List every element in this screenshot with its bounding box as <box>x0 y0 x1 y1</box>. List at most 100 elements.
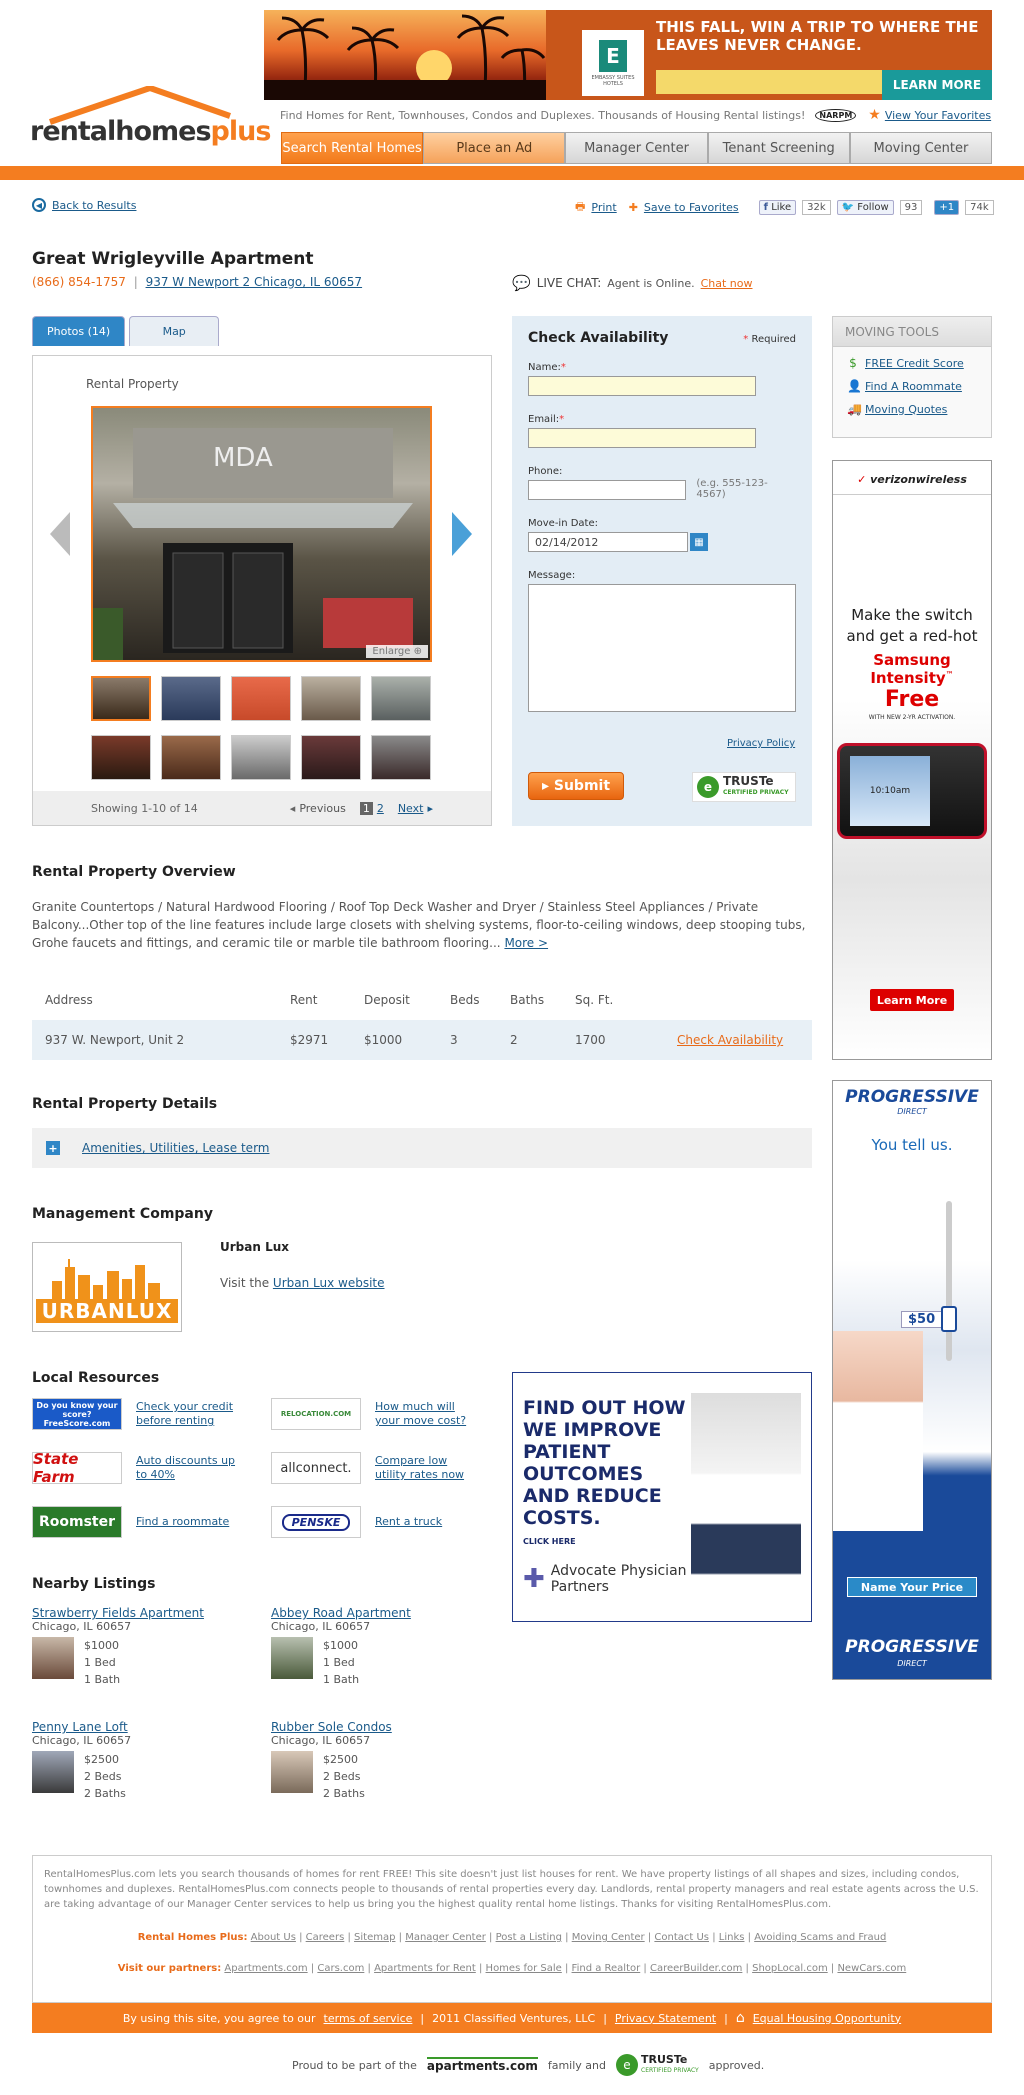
main-photo[interactable]: MDA Enlarge ⊕ <box>91 406 432 662</box>
footer-link-about[interactable]: About Us <box>251 1932 296 1943</box>
verizon-ad[interactable]: ✓ verizonwireless Make the switch and ge… <box>832 460 992 1060</box>
advocate-ad[interactable]: FIND OUT HOW WE IMPROVE PATIENT OUTCOMES… <box>512 1372 812 1622</box>
view-favorites-link[interactable]: View Your Favorites <box>885 109 991 122</box>
partner-apartments[interactable]: Apartments.com <box>224 1963 307 1974</box>
thumbnail[interactable] <box>161 676 221 721</box>
check-credit-link[interactable]: Check your credit before renting <box>136 1400 236 1428</box>
price-slider-thumb[interactable] <box>941 1306 957 1332</box>
partner-cars[interactable]: Cars.com <box>317 1963 364 1974</box>
next-link[interactable]: Next <box>398 802 424 815</box>
allconnect-logo[interactable]: allconnect. <box>271 1452 361 1484</box>
nearby-thumbnail[interactable] <box>271 1751 313 1793</box>
footer-link-links[interactable]: Links <box>719 1932 745 1943</box>
save-favorites-link[interactable]: Save to Favorites <box>644 201 739 214</box>
progressive-ad[interactable]: PROGRESSIVE DIRECT You tell us. $50 Name… <box>832 1080 992 1680</box>
movein-date-input[interactable]: 02/14/2012 <box>528 532 688 552</box>
footer-link-careers[interactable]: Careers <box>306 1932 345 1943</box>
nav-place-an-ad[interactable]: Place an Ad <box>423 132 566 164</box>
message-textarea[interactable] <box>528 584 796 712</box>
thumbnail[interactable] <box>91 735 151 780</box>
footer-link-moving-center[interactable]: Moving Center <box>572 1932 645 1943</box>
amenities-link[interactable]: Amenities, Utilities, Lease term <box>82 1141 269 1155</box>
equal-housing-link[interactable]: Equal Housing Opportunity <box>753 2012 901 2025</box>
thumbnail[interactable] <box>161 735 221 780</box>
nearby-listing-link[interactable]: Rubber Sole Condos <box>271 1720 392 1734</box>
relocation-logo[interactable]: RELOCATION.COM <box>271 1398 361 1430</box>
next-photo-arrow[interactable] <box>452 512 472 556</box>
listing-address-link[interactable]: 937 W Newport 2 Chicago, IL 60657 <box>146 275 363 289</box>
privacy-statement-link[interactable]: Privacy Statement <box>615 2012 716 2025</box>
learn-more-button[interactable]: LEARN MORE <box>882 70 992 100</box>
thumbnail[interactable] <box>231 735 291 780</box>
privacy-policy-link[interactable]: Privacy Policy <box>727 738 795 749</box>
nearby-thumbnail[interactable] <box>32 1637 74 1679</box>
page-1[interactable]: 1 <box>359 801 373 815</box>
partner-homes-for-sale[interactable]: Homes for Sale <box>486 1963 562 1974</box>
partner-apartments-for-rent[interactable]: Apartments for Rent <box>374 1963 476 1974</box>
email-input[interactable] <box>528 428 756 448</box>
free-credit-score-link[interactable]: FREE Credit Score <box>865 357 964 370</box>
nav-tenant-screening[interactable]: Tenant Screening <box>707 132 850 164</box>
partner-newcars[interactable]: NewCars.com <box>837 1963 906 1974</box>
footer-link-contact[interactable]: Contact Us <box>654 1932 709 1943</box>
nav-search-rental-homes[interactable]: Search Rental Homes <box>281 132 424 164</box>
price-slider-track[interactable] <box>946 1201 952 1361</box>
learn-more-button[interactable]: Learn More <box>870 989 954 1011</box>
check-availability-link[interactable]: Check Availability <box>677 1033 825 1047</box>
footer-link-manager-center[interactable]: Manager Center <box>405 1932 486 1943</box>
nearby-thumbnail[interactable] <box>271 1637 313 1679</box>
move-cost-link[interactable]: How much will your move cost? <box>375 1400 475 1428</box>
more-link[interactable]: More > <box>504 936 548 950</box>
footer-link-scams[interactable]: Avoiding Scams and Fraud <box>754 1932 886 1943</box>
partner-shoplocal[interactable]: ShopLocal.com <box>752 1963 828 1974</box>
auto-discounts-link[interactable]: Auto discounts up to 40% <box>136 1454 236 1482</box>
submit-button[interactable]: ▸ Submit <box>528 772 624 800</box>
twitter-follow-button[interactable]: 🐦 Follow <box>836 200 894 215</box>
embassy-suites-ad[interactable]: THIS FALL, WIN A TRIP TO WHERE THE LEAVE… <box>264 10 992 100</box>
penske-logo[interactable]: PENSKE <box>271 1506 361 1538</box>
tab-map[interactable]: Map <box>129 316 220 346</box>
nearby-thumbnail[interactable] <box>32 1751 74 1793</box>
find-roommate-link[interactable]: Find A Roommate <box>865 380 962 393</box>
footer-link-post-listing[interactable]: Post a Listing <box>496 1932 562 1943</box>
site-logo[interactable]: rentalhomesplus <box>30 86 271 166</box>
name-input[interactable] <box>528 376 756 396</box>
thumbnail[interactable] <box>301 676 361 721</box>
print-link[interactable]: Print <box>591 201 616 214</box>
phone-input[interactable] <box>528 480 687 500</box>
chat-now-link[interactable]: Chat now <box>701 277 753 290</box>
urban-lux-website-link[interactable]: Urban Lux website <box>273 1276 385 1290</box>
google-plus-button[interactable]: +1 <box>934 200 960 215</box>
state-farm-logo[interactable]: State Farm <box>32 1450 122 1486</box>
page-2[interactable]: 2 <box>377 802 384 815</box>
nav-moving-center[interactable]: Moving Center <box>849 132 993 164</box>
partner-find-realtor[interactable]: Find a Realtor <box>572 1963 641 1974</box>
prev-photo-arrow[interactable] <box>50 512 70 556</box>
nav-manager-center[interactable]: Manager Center <box>565 132 708 164</box>
moving-quotes-link[interactable]: Moving Quotes <box>865 403 947 416</box>
terms-of-service-link[interactable]: terms of service <box>324 2012 413 2025</box>
calendar-icon[interactable]: ▦ <box>690 533 708 551</box>
name-your-price-button[interactable]: Name Your Price <box>847 1577 977 1597</box>
utility-rates-link[interactable]: Compare low utility rates now <box>375 1454 475 1482</box>
roomster-logo[interactable]: Roomster <box>32 1506 122 1538</box>
apartments-com-logo[interactable]: apartments.com <box>426 2057 538 2073</box>
find-roommate-resource-link[interactable]: Find a roommate <box>136 1515 236 1529</box>
nearby-listing-link[interactable]: Strawberry Fields Apartment <box>32 1606 204 1620</box>
thumbnail[interactable] <box>91 676 151 721</box>
details-toggle[interactable]: + Amenities, Utilities, Lease term <box>32 1128 812 1168</box>
facebook-like-button[interactable]: f Like <box>758 200 797 215</box>
thumbnail[interactable] <box>371 735 431 780</box>
tab-photos[interactable]: Photos (14) <box>32 316 126 346</box>
enlarge-button[interactable]: Enlarge ⊕ <box>366 645 428 658</box>
partner-careerbuilder[interactable]: CareerBuilder.com <box>650 1963 742 1974</box>
back-to-results[interactable]: ◀ Back to Results <box>32 198 136 212</box>
back-to-results-link[interactable]: Back to Results <box>52 199 136 212</box>
footer-link-sitemap[interactable]: Sitemap <box>354 1932 395 1943</box>
thumbnail[interactable] <box>231 676 291 721</box>
nearby-listing-link[interactable]: Abbey Road Apartment <box>271 1606 411 1620</box>
previous-link[interactable]: Previous <box>299 802 346 815</box>
rent-truck-link[interactable]: Rent a truck <box>375 1515 475 1529</box>
truste-footer-logo[interactable]: e TRUSTe CERTIFIED PRIVACY <box>616 2054 699 2076</box>
thumbnail[interactable] <box>301 735 361 780</box>
